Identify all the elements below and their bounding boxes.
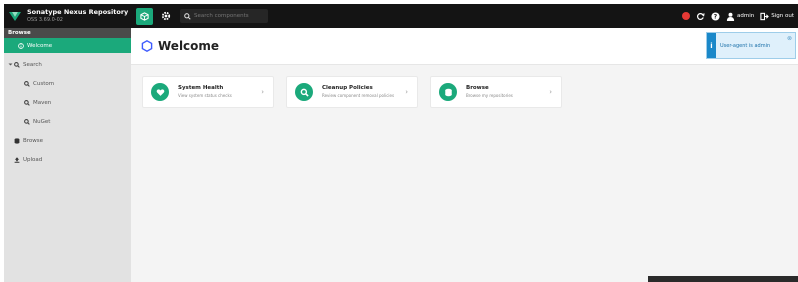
sidebar-item-label: Welcome <box>27 42 53 49</box>
sidebar: Browse Welcome Search Custom Maven NuGet… <box>4 28 131 282</box>
sidebar-item-label: Search <box>23 61 42 68</box>
sidebar-item-label: Upload <box>23 156 43 163</box>
brand-title: Sonatype Nexus Repository <box>27 8 129 17</box>
info-circle-icon <box>18 42 24 49</box>
card-title: System Health <box>178 85 224 92</box>
card-description: Browse my repositories <box>466 93 513 99</box>
card-description: Review component removal policies <box>322 93 395 99</box>
sidebar-item-search[interactable]: Search <box>4 55 131 74</box>
hexagon-icon <box>141 40 153 52</box>
search-icon <box>184 12 191 20</box>
sign-out-button[interactable]: Sign out <box>760 12 794 21</box>
sidebar-item-nuget[interactable]: NuGet <box>4 112 131 131</box>
browse-mode-button[interactable] <box>136 7 153 25</box>
user-name: admin <box>737 13 755 19</box>
main-content: Welcome i User-agent is admin ⊗ System H… <box>131 28 798 282</box>
card-browse[interactable]: Browse Browse my repositories › <box>430 76 562 108</box>
search-box[interactable] <box>180 9 268 23</box>
sidebar-item-upload[interactable]: Upload <box>4 150 131 169</box>
database-icon <box>439 83 457 101</box>
page-title: Welcome <box>158 39 220 53</box>
search-icon <box>24 118 30 125</box>
chevron-right-icon: › <box>549 88 552 96</box>
card-cleanup-policies[interactable]: Cleanup Policies Review component remova… <box>286 76 418 108</box>
card-title: Cleanup Policies <box>322 85 373 92</box>
cube-icon <box>140 11 149 21</box>
search-input[interactable] <box>194 13 264 19</box>
card-row: System Health View system status checks … <box>131 65 798 108</box>
sidebar-item-custom[interactable]: Custom <box>4 74 131 93</box>
card-description: View system status checks <box>178 93 232 99</box>
refresh-icon[interactable] <box>696 12 705 21</box>
sign-out-label: Sign out <box>771 13 794 19</box>
user-agent-banner: i User-agent is admin ⊗ <box>706 32 796 59</box>
sidebar-section-title: Browse <box>4 28 131 38</box>
card-system-health[interactable]: System Health View system status checks … <box>142 76 274 108</box>
sidebar-item-label: Browse <box>23 137 44 144</box>
search-icon <box>14 61 20 68</box>
sidebar-item-browse[interactable]: Browse <box>4 131 131 150</box>
card-title: Browse <box>466 85 489 92</box>
brand[interactable]: Sonatype Nexus Repository OSS 3.69.0-02 <box>4 4 136 28</box>
health-icon <box>151 83 169 101</box>
close-icon[interactable]: ⊗ <box>787 35 792 42</box>
chevron-down-icon <box>8 63 13 66</box>
info-icon: i <box>707 33 716 58</box>
nexus-logo-icon <box>9 12 21 21</box>
search-icon <box>24 99 30 106</box>
top-right-controls: ? admin Sign out <box>682 4 794 28</box>
user-icon <box>726 12 735 21</box>
search-icon <box>24 80 30 87</box>
banner-text: User-agent is admin <box>720 42 771 49</box>
sidebar-item-maven[interactable]: Maven <box>4 93 131 112</box>
upload-icon <box>14 156 20 163</box>
cleanup-icon <box>295 83 313 101</box>
page-header: Welcome i User-agent is admin ⊗ <box>131 28 798 65</box>
sign-out-icon <box>760 12 770 20</box>
sidebar-item-label: NuGet <box>33 118 51 125</box>
top-bar: Sonatype Nexus Repository OSS 3.69.0-02 <box>4 4 798 28</box>
gear-icon <box>161 11 170 21</box>
database-icon <box>14 137 20 144</box>
bottom-toast-strip <box>648 276 798 282</box>
admin-mode-button[interactable] <box>157 8 174 25</box>
sidebar-item-label: Custom <box>33 80 55 87</box>
alert-indicator-icon[interactable] <box>682 12 690 20</box>
help-icon[interactable]: ? <box>711 11 720 21</box>
sidebar-item-label: Maven <box>33 99 52 106</box>
user-button[interactable]: admin <box>726 12 754 21</box>
brand-version: OSS 3.69.0-02 <box>27 16 63 23</box>
app-window: Sonatype Nexus Repository OSS 3.69.0-02 <box>0 0 798 282</box>
sidebar-item-welcome[interactable]: Welcome <box>4 38 131 53</box>
chevron-right-icon: › <box>405 88 408 96</box>
chevron-right-icon: › <box>261 88 264 96</box>
